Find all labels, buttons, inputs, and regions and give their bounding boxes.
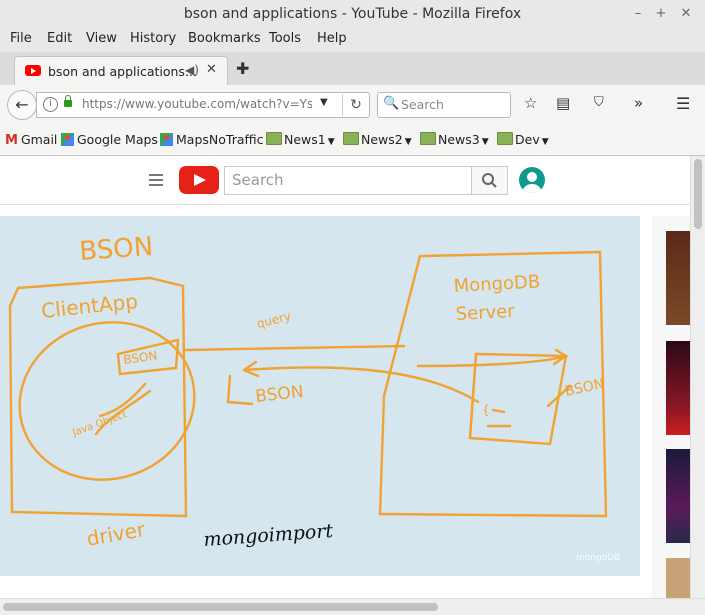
- close-tab-icon[interactable]: ✕: [206, 62, 217, 77]
- window-title: bson and applications - YouTube - Mozill…: [183, 6, 522, 22]
- reload-icon[interactable]: ↻: [342, 94, 369, 116]
- url-text[interactable]: https://www.youtube.com/watch?v=YsfwT: [82, 97, 312, 111]
- label-server-line1: MongoDB: [453, 271, 541, 297]
- lock-icon: [64, 95, 72, 107]
- label-query: query: [255, 309, 292, 331]
- tab-youtube[interactable]: bson and applications... ◀) ✕: [14, 56, 228, 86]
- related-video-thumbnail[interactable]: [666, 341, 690, 435]
- folder-icon: [497, 132, 513, 145]
- menu-file[interactable]: File: [10, 31, 32, 46]
- label-client-app: ClientApp: [40, 289, 139, 323]
- bookmark-star-icon[interactable]: ☆: [524, 94, 537, 112]
- youtube-search-input[interactable]: Search: [224, 166, 472, 195]
- menu-view[interactable]: View: [86, 31, 117, 46]
- close-window-button[interactable]: ✕: [677, 5, 695, 23]
- label-server-line2: Server: [455, 301, 516, 325]
- label-mongoimport: mongoimport: [203, 520, 334, 551]
- maps-icon: [61, 133, 74, 146]
- chevron-down-icon[interactable]: ▼: [320, 97, 328, 108]
- bookmark-mapsnotraffic[interactable]: MapsNoTraffic: [160, 132, 263, 147]
- whiteboard-drawing: BSON ClientApp BSON Java Object driver q…: [8, 232, 620, 563]
- avatar[interactable]: [519, 167, 545, 193]
- search-icon: 🔍: [383, 96, 400, 111]
- pocket-icon[interactable]: ⛉: [594, 95, 604, 110]
- site-info-icon[interactable]: i: [43, 97, 58, 112]
- page-content: Search BSON ClientApp BSON Java Object d…: [0, 156, 690, 598]
- bookmark-google-maps[interactable]: Google Maps: [61, 132, 158, 147]
- label-driver: driver: [85, 517, 148, 551]
- bookmark-folder-news3[interactable]: News3 ▼: [420, 132, 489, 147]
- url-bar[interactable]: i https://www.youtube.com/watch?v=YsfwT …: [36, 92, 370, 118]
- search-icon: [482, 173, 497, 188]
- bookmarks-toolbar: M Gmail Google Maps MapsNoTraffic News1 ▼ …: [0, 125, 705, 156]
- folder-icon: [343, 132, 359, 145]
- guide-menu-icon[interactable]: [149, 174, 163, 189]
- related-video-thumbnail[interactable]: [666, 449, 690, 543]
- youtube-header: Search: [0, 156, 690, 205]
- label-bson-right: BSON: [564, 376, 606, 400]
- navigation-toolbar: ← i https://www.youtube.com/watch?v=Ysfw…: [0, 85, 705, 125]
- hamburger-menu-icon[interactable]: ☰: [676, 94, 690, 113]
- mongodb-watermark: mongoDB: [576, 553, 620, 563]
- folder-icon: [420, 132, 436, 145]
- search-placeholder: Search: [401, 97, 444, 112]
- youtube-search-button[interactable]: [471, 166, 508, 195]
- new-tab-button[interactable]: ✚: [236, 59, 249, 78]
- menu-history[interactable]: History: [130, 31, 176, 46]
- label-inner-b: {: [482, 403, 490, 417]
- label-bson-transfer: BSON: [254, 382, 304, 407]
- bookmark-folder-news2[interactable]: News2 ▼: [343, 132, 412, 147]
- tab-label: bson and applications...: [48, 64, 197, 79]
- vertical-scroll-thumb[interactable]: [694, 159, 702, 229]
- folder-icon: [266, 132, 282, 145]
- bookmark-gmail[interactable]: M Gmail: [5, 132, 57, 148]
- speaker-icon[interactable]: ◀): [185, 63, 199, 77]
- youtube-search-placeholder: Search: [232, 171, 284, 189]
- horizontal-scrollbar[interactable]: [0, 598, 705, 615]
- related-videos-sidebar: [652, 216, 690, 598]
- label-heading: BSON: [78, 232, 154, 267]
- maximize-button[interactable]: +: [652, 5, 670, 23]
- maps-icon: [160, 133, 173, 146]
- vertical-scrollbar[interactable]: [690, 156, 705, 598]
- bookmark-folder-dev[interactable]: Dev ▼: [497, 132, 549, 147]
- related-video-thumbnail[interactable]: [666, 558, 690, 598]
- browser-search-input[interactable]: 🔍 Search: [377, 92, 511, 118]
- youtube-favicon-icon: [25, 65, 41, 76]
- minimize-button[interactable]: –: [629, 5, 647, 23]
- overflow-chevron-icon[interactable]: »: [634, 94, 643, 112]
- menu-tools[interactable]: Tools: [269, 31, 301, 46]
- window-title-bar: bson and applications - YouTube - Mozill…: [0, 0, 705, 30]
- related-video-thumbnail[interactable]: [666, 231, 690, 325]
- back-button[interactable]: ←: [7, 90, 37, 120]
- menu-bookmarks[interactable]: Bookmarks: [188, 31, 261, 46]
- video-player[interactable]: BSON ClientApp BSON Java Object driver q…: [0, 216, 640, 576]
- menu-bar: File Edit View History Bookmarks Tools H…: [0, 30, 705, 52]
- menu-help[interactable]: Help: [317, 31, 347, 46]
- tab-strip: bson and applications... ◀) ✕ ✚: [0, 52, 705, 86]
- reading-list-icon[interactable]: ▤: [556, 94, 570, 112]
- horizontal-scroll-thumb[interactable]: [3, 603, 438, 611]
- menu-edit[interactable]: Edit: [47, 31, 72, 46]
- gmail-icon: M: [5, 133, 18, 148]
- youtube-logo[interactable]: [179, 166, 219, 194]
- label-java-object: Java Object: [70, 409, 128, 439]
- bookmark-folder-news1[interactable]: News1 ▼: [266, 132, 335, 147]
